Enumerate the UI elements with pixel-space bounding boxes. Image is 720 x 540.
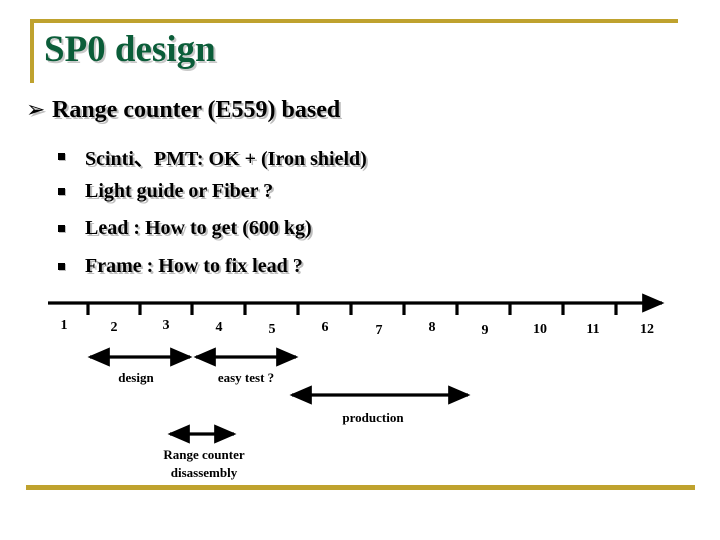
bullet-level2-label: Frame : How to fix lead ? xyxy=(85,255,303,277)
bullet-level2-label: Lead : How to get (600 kg) xyxy=(85,217,312,239)
timeline-tick-label-11: 11 xyxy=(586,322,600,337)
timeline-tick-label-3: 3 xyxy=(162,318,170,333)
annotation-arrows xyxy=(87,347,471,444)
square-bullet-icon xyxy=(58,225,65,232)
square-bullet-icon xyxy=(58,188,65,195)
annotation-label-production: production xyxy=(342,410,404,425)
bullet-level2-scinti-pmt: Scinti、PMT: OK + (Iron shield) xyxy=(58,142,367,171)
annotation-label-easy-test: easy test ? xyxy=(217,370,275,385)
timeline-tick-label-4: 4 xyxy=(215,320,223,335)
timeline-tick-label-9: 9 xyxy=(481,323,489,338)
timeline-tick-label-10: 10 xyxy=(533,322,547,337)
annotation-label-range-counter-disassembly: Range counter disassembly xyxy=(163,446,244,483)
footer-bottom-rule xyxy=(26,485,695,490)
bullet-level2-label: Scinti、PMT: OK + (Iron shield) xyxy=(85,148,367,170)
page-title: SP0 design xyxy=(44,29,216,70)
disassembly-label-line2: disassembly xyxy=(170,465,238,481)
title-top-rule xyxy=(30,19,678,23)
title-left-rule xyxy=(30,19,34,83)
bullet-level2-frame: Frame : How to fix lead ? xyxy=(58,255,303,278)
timeline-tick-label-1: 1 xyxy=(60,318,68,333)
square-bullet-icon xyxy=(58,153,65,160)
bullet-level2-light-guide: Light guide or Fiber ? xyxy=(58,180,273,203)
chevron-double-right-icon: ➢ xyxy=(26,97,46,123)
bullet-level1-label: Range counter (E559) based xyxy=(52,97,341,123)
timeline-tick-label-2: 2 xyxy=(110,320,118,335)
annotation-label-design: design xyxy=(118,370,154,385)
timeline-tick-label-6: 6 xyxy=(321,320,329,335)
disassembly-label-line1: Range counter xyxy=(163,447,245,462)
bullet-level2-lead: Lead : How to get (600 kg) xyxy=(58,217,312,240)
square-bullet-icon xyxy=(58,263,65,270)
timeline-tick-label-12: 12 xyxy=(640,322,654,337)
timeline-tick-label-7: 7 xyxy=(375,323,383,338)
timeline-ticks xyxy=(86,304,618,315)
timeline-tick-label-8: 8 xyxy=(428,320,436,335)
timeline-tick-label-5: 5 xyxy=(268,322,276,337)
bullet-level2-label: Light guide or Fiber ? xyxy=(85,180,274,202)
bullet-level1-range-counter: ➢ Range counter (E559) based xyxy=(26,97,340,124)
